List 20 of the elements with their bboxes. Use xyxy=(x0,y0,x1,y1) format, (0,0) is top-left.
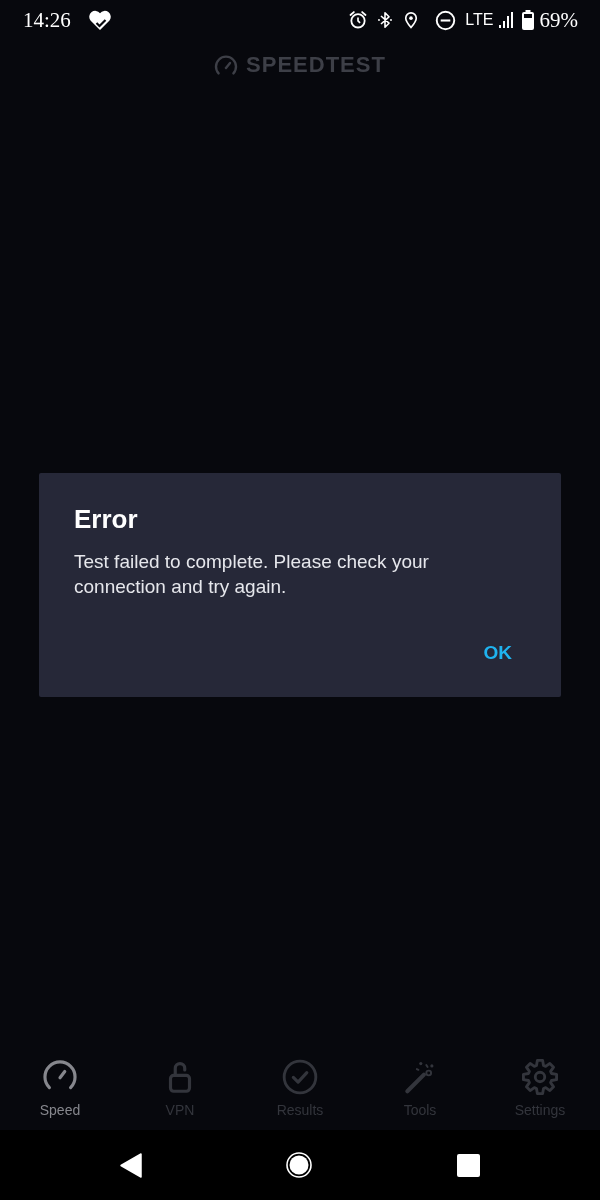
circle-check-icon xyxy=(281,1058,319,1096)
signal-bars-icon xyxy=(498,11,513,29)
back-icon[interactable] xyxy=(120,1152,143,1178)
dialog-title: Error xyxy=(74,503,139,535)
network-type: LTE xyxy=(465,12,494,28)
bluetooth-icon xyxy=(377,10,394,30)
recents-icon[interactable] xyxy=(456,1153,480,1177)
nav-tab[interactable]: Speed xyxy=(0,1045,120,1130)
battery-icon xyxy=(521,10,534,30)
home-icon[interactable] xyxy=(286,1152,313,1178)
speedometer-icon xyxy=(214,54,239,76)
do-not-disturb-icon xyxy=(435,9,457,31)
app-title: SPEEDTEST xyxy=(246,54,386,76)
alarm-clock-icon xyxy=(348,10,369,30)
dialog-message: Test failed to complete. Please check your connection and try again. xyxy=(74,550,430,599)
ok-button[interactable]: OK xyxy=(469,635,526,671)
settings-icon xyxy=(521,1058,559,1096)
battery-percentage: 69% xyxy=(539,9,578,31)
heart-check-icon xyxy=(86,8,113,32)
clock-time: 14:26 xyxy=(23,9,71,31)
